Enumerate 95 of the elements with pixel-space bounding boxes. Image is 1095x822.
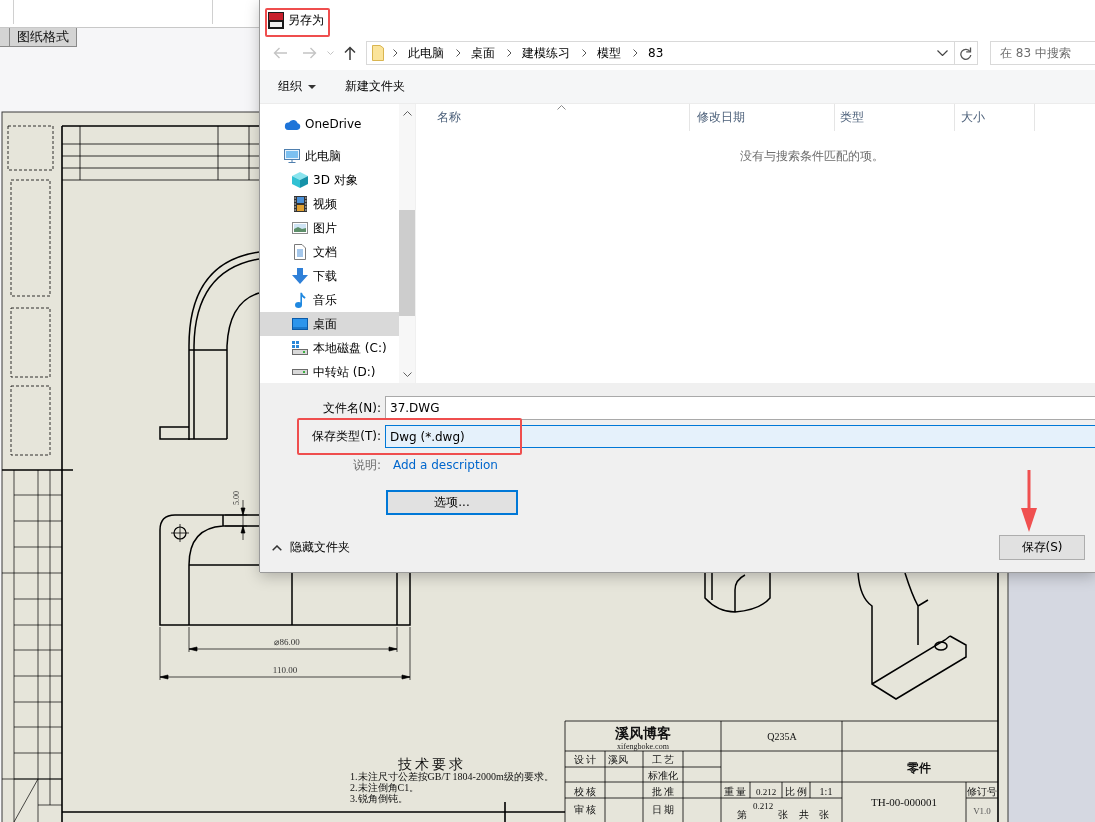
title-block-label: 标准化	[648, 770, 678, 781]
desktop-icon	[292, 318, 308, 330]
breadcrumb[interactable]: 建模练习	[519, 44, 573, 62]
window-title: 另存为	[288, 11, 324, 29]
hide-folders-button[interactable]: 隐藏文件夹	[260, 536, 350, 559]
chevron-down-icon	[937, 50, 948, 56]
title-block-label: 重 量	[723, 786, 747, 797]
title-block-label: 0.212	[755, 787, 777, 797]
empty-message: 没有与搜索条件匹配的项。	[739, 148, 885, 165]
revision-text: V1.0	[973, 806, 991, 816]
title-block-label: 批 准	[651, 786, 675, 797]
folder-icon	[372, 45, 384, 61]
down-arrow-icon	[292, 268, 308, 284]
description-link[interactable]: Add a description	[393, 458, 498, 472]
address-bar[interactable]: 此电脑 桌面 建模练习 模型 83	[366, 41, 955, 65]
dimension-label: 110.00	[272, 665, 298, 675]
back-arrow-icon	[273, 47, 287, 59]
forward-arrow-icon	[303, 47, 317, 59]
title-block-label: 第	[737, 809, 747, 820]
chevron-right-icon	[507, 49, 512, 57]
caret-down-icon	[326, 51, 334, 55]
part-name: 零件	[907, 761, 931, 775]
title-block-label: 张	[778, 809, 788, 820]
requirement-text: 3.锐角倒钝。	[350, 793, 408, 804]
nav-item[interactable]: OneDrive	[260, 112, 399, 136]
nav-item[interactable]: 音乐	[260, 288, 399, 312]
search-field[interactable]: 在 83 中搜索	[990, 41, 1095, 65]
caret-down-icon	[308, 84, 316, 89]
chevron-right-icon	[582, 49, 587, 57]
scrollbar-thumb[interactable]	[399, 210, 415, 316]
drive-icon	[292, 341, 308, 355]
company-name: 溪风博客	[615, 726, 671, 741]
title-block-label: 溪风	[608, 754, 628, 765]
requirement-text: 2.未注倒角C1。	[350, 782, 420, 793]
nav-item[interactable]: 中转站 (D:)	[260, 360, 399, 384]
title-block-label: 工 艺	[651, 754, 675, 765]
revision-label: 修订号	[967, 786, 997, 797]
cube-icon	[292, 172, 308, 188]
nav-item[interactable]: 此电脑	[260, 144, 399, 168]
breadcrumb[interactable]: 此电脑	[405, 44, 447, 62]
breadcrumb[interactable]: 83	[645, 46, 667, 60]
refresh-icon	[960, 46, 972, 60]
document-icon	[294, 244, 306, 260]
app-logo-icon	[268, 11, 284, 29]
save-button[interactable]: 保存(S)	[999, 535, 1085, 560]
title-block-label: 0.212	[752, 801, 774, 811]
partial-tab[interactable]	[0, 28, 10, 47]
chevron-down-icon	[402, 371, 412, 377]
title-block-label: 日 期	[651, 804, 675, 815]
requirements-heading: 技术要求	[398, 757, 466, 772]
field-label: 文件名(N):	[321, 399, 382, 417]
field-label: 保存类型(T):	[311, 428, 382, 445]
title-block-label: 1:1	[819, 786, 833, 797]
nav-item[interactable]: 3D 对象	[260, 168, 399, 192]
title-block-label: 张	[819, 809, 829, 820]
drive-icon	[292, 369, 308, 375]
field-label: 说明:	[351, 456, 382, 474]
organize-menu-button[interactable]: 组织	[275, 74, 319, 99]
title-block-label: 校 核	[573, 786, 597, 797]
breadcrumb[interactable]: 模型	[594, 44, 624, 62]
title-block-label: 审 核	[573, 804, 597, 815]
nav-item[interactable]: 图片	[260, 216, 399, 240]
material-text: Q235A	[767, 731, 797, 742]
nav-item[interactable]: 文档	[260, 240, 399, 264]
chevron-right-icon	[633, 49, 638, 57]
monitor-icon	[284, 149, 300, 163]
nav-item[interactable]: 下载	[260, 264, 399, 288]
dimension-label: ⌀86.00	[274, 637, 300, 647]
title-block-label: 共	[799, 809, 809, 820]
sheet-tab[interactable]: 图纸格式	[10, 28, 77, 47]
breadcrumb[interactable]: 桌面	[468, 44, 498, 62]
chevron-up-icon	[402, 110, 412, 116]
new-folder-button[interactable]: 新建文件夹	[342, 74, 408, 99]
dimension-label: 5.00	[232, 491, 241, 505]
drawing-number: TH-00-000001	[871, 796, 937, 808]
title-block-label: 比 例	[784, 786, 808, 797]
nav-item[interactable]: 桌面	[260, 312, 399, 336]
chevron-up-icon	[272, 544, 282, 551]
file-type-dropdown[interactable]: Dwg (*.dwg)	[385, 425, 1095, 448]
nav-item[interactable]: 视频	[260, 192, 399, 216]
options-button[interactable]: 选项...	[386, 490, 518, 515]
nav-item[interactable]: 本地磁盘 (C:)	[260, 336, 399, 360]
cloud-icon	[283, 118, 301, 130]
chevron-right-icon	[393, 49, 398, 57]
chevron-right-icon	[456, 49, 461, 57]
title-block-label: 设 计	[573, 754, 597, 765]
website-text: xifengboke.com	[617, 741, 669, 751]
music-note-icon	[294, 292, 306, 308]
file-name-field[interactable]: 37.DWG	[385, 396, 1095, 420]
refresh-button[interactable]	[955, 41, 978, 65]
requirement-text: 1.未注尺寸公差按GB/T 1804-2000m级的要求。	[350, 771, 554, 782]
picture-icon	[292, 222, 308, 234]
up-arrow-icon	[344, 46, 356, 60]
vertical-scrollbar[interactable]	[399, 104, 415, 383]
film-icon	[293, 196, 307, 212]
